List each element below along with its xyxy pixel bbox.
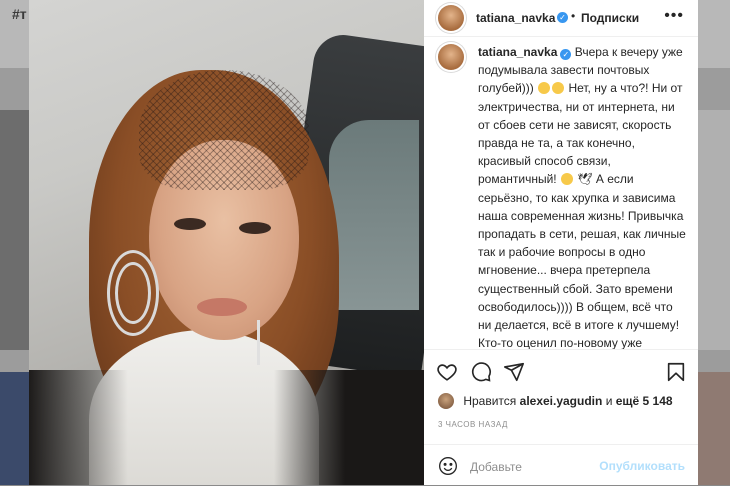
liker-avatar[interactable] xyxy=(438,393,454,409)
caption-username[interactable]: tatiana_navka xyxy=(478,45,557,59)
share-icon[interactable] xyxy=(503,361,525,383)
veil xyxy=(139,70,309,190)
likes-prefix: Нравится xyxy=(463,394,517,408)
more-horizontal-icon[interactable]: ••• xyxy=(664,7,684,25)
right-eye xyxy=(239,222,271,234)
caption-part-3: 🕊 А если серьёзно, то как хрупка и завис… xyxy=(478,172,686,349)
verified-icon: ✓ xyxy=(560,49,572,60)
caption-area[interactable]: tatiana_navka ✓ Вчера к вечеру уже подумы… xyxy=(424,37,698,349)
following-button[interactable]: Подписки xyxy=(581,11,639,25)
smirk-emoji-icon xyxy=(552,82,565,95)
bookmark-icon[interactable] xyxy=(665,361,687,383)
smile-emoji-icon xyxy=(560,173,573,186)
author-avatar[interactable] xyxy=(438,5,464,31)
jacket xyxy=(29,370,424,485)
action-bar xyxy=(424,349,698,392)
caption-avatar[interactable] xyxy=(438,44,464,70)
smile-icon[interactable] xyxy=(438,456,458,476)
grin-emoji-icon xyxy=(538,82,551,95)
car-window-glass xyxy=(329,120,419,310)
caption-text: tatiana_navka ✓ Вчера к вечеру уже подумы… xyxy=(478,43,688,349)
heart-icon[interactable] xyxy=(436,361,458,383)
hoop-earring-inner xyxy=(115,262,151,324)
left-eye xyxy=(174,218,206,230)
publish-button[interactable]: Опубликовать xyxy=(599,459,685,473)
author-username[interactable]: tatiana_navka xyxy=(476,11,555,25)
background-tile-right xyxy=(698,110,730,350)
background-tile-left xyxy=(0,110,29,350)
drop-earring xyxy=(257,320,260,365)
post-side-panel: tatiana_navka ✓ • Подписки ••• tatiana_n… xyxy=(424,0,698,485)
post-photo[interactable] xyxy=(29,0,424,485)
background-hashtag: #т xyxy=(12,6,27,22)
comment-bar: Опубликовать xyxy=(424,444,698,486)
post-header: tatiana_navka ✓ • Подписки ••• xyxy=(424,0,698,37)
verified-icon: ✓ xyxy=(557,12,568,23)
separator-dot: • xyxy=(571,9,576,23)
likes-and: и xyxy=(605,394,613,408)
background-tile-right-bottom xyxy=(698,372,730,485)
background-tile-left-bottom xyxy=(0,372,29,485)
likes-count[interactable]: ещё 5 148 xyxy=(616,394,673,408)
likes-summary: Нравится alexei.yagudin и ещё 5 148 xyxy=(438,393,688,413)
liker-username[interactable]: alexei.yagudin xyxy=(520,394,603,408)
comment-icon[interactable] xyxy=(470,361,492,383)
caption-part-2: Нет, ну а что?! Ни от электричества, ни … xyxy=(478,81,683,187)
lips xyxy=(197,298,247,316)
post-timestamp[interactable]: 3 ЧАСОВ НАЗАД xyxy=(438,420,508,429)
